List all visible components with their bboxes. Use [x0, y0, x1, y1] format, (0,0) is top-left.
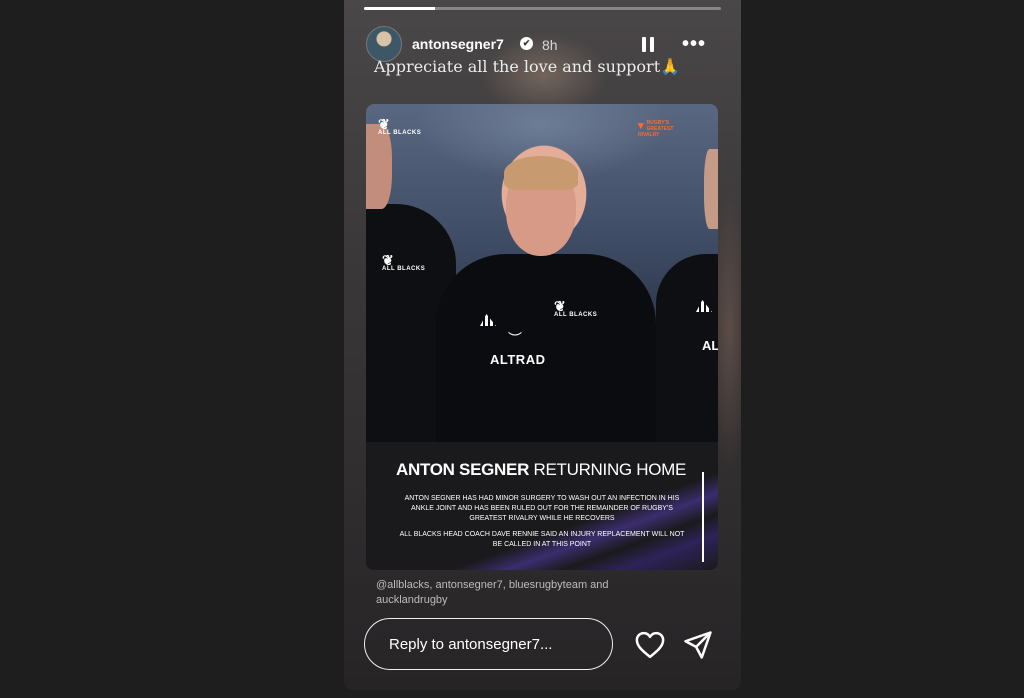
- heart-icon[interactable]: [635, 631, 665, 659]
- player-left-face: [366, 124, 392, 209]
- headline-name: ANTON SEGNER: [396, 460, 530, 479]
- story-progress-bar: [364, 7, 721, 10]
- left-chest-logo-text: ALL BLACKS: [382, 266, 426, 272]
- sponsor-text: ALTRAD: [490, 352, 546, 367]
- story-caption: Appreciate all the love and support🙏: [374, 57, 681, 76]
- all-blacks-logo: ❦ ALL BLACKS: [378, 116, 422, 136]
- post-paragraph-2: ALL BLACKS HEAD COACH DAVE RENNIE SAID A…: [399, 531, 685, 548]
- headline-panel: ANTON SEGNER RETURNING HOME ANTON SEGNER…: [366, 442, 718, 570]
- left-chest-logo: ❦ ALL BLACKS: [382, 252, 426, 272]
- mentioned-accounts[interactable]: @allblacks, antonsegner7, bluesrugbyteam…: [376, 578, 676, 608]
- player-right-figure: [656, 254, 718, 454]
- headline-rest: RETURNING HOME: [529, 460, 687, 479]
- rivalry-logo: ▾ RUGBY'S GREATEST RIVALRY: [638, 120, 708, 138]
- chest-logo-text: ALL BLACKS: [554, 312, 598, 318]
- silver-fern-icon: ❦: [382, 252, 395, 268]
- reply-placeholder: Reply to antonsegner7...: [389, 636, 553, 653]
- send-icon[interactable]: [683, 630, 713, 660]
- more-options-icon[interactable]: •••: [682, 33, 706, 56]
- username[interactable]: antonsegner7: [412, 36, 504, 52]
- chest-logo: ❦ ALL BLACKS: [554, 298, 598, 318]
- story-progress-fill: [364, 7, 436, 10]
- post-headline: ANTON SEGNER RETURNING HOME: [396, 460, 686, 480]
- accent-bar: [702, 472, 704, 562]
- post-paragraph-1: ANTON SEGNER HAS HAD MINOR SURGERY TO WA…: [404, 495, 680, 522]
- rivalry-mark-icon: ▾: [638, 120, 644, 132]
- silver-fern-icon: ❦: [554, 298, 567, 314]
- all-blacks-logo-text: ALL BLACKS: [378, 130, 422, 136]
- reply-input[interactable]: Reply to antonsegner7...: [364, 618, 613, 670]
- post-time: 8h: [542, 37, 558, 53]
- player-center-figure: [436, 254, 656, 454]
- player-right-face: [704, 149, 718, 229]
- sponsor-text-partial: AL: [702, 338, 718, 353]
- silver-fern-icon: ❦: [378, 116, 391, 132]
- story-viewer[interactable]: antonsegner7 ✔ 8h ••• Appreciate all the…: [344, 0, 741, 690]
- pause-icon[interactable]: [642, 37, 654, 52]
- post-photo: ❦ ALL BLACKS ❦ ALL BLACKS ❦ ALL BLACKS ︶…: [366, 104, 718, 454]
- rivalry-logo-line: RIVALRY: [638, 132, 660, 138]
- shared-post-card[interactable]: ❦ ALL BLACKS ❦ ALL BLACKS ❦ ALL BLACKS ︶…: [366, 104, 718, 570]
- player-center-hair: [504, 156, 578, 190]
- sponsor-wing-icon: ︶: [508, 331, 522, 347]
- verified-badge-icon: ✔: [520, 37, 533, 50]
